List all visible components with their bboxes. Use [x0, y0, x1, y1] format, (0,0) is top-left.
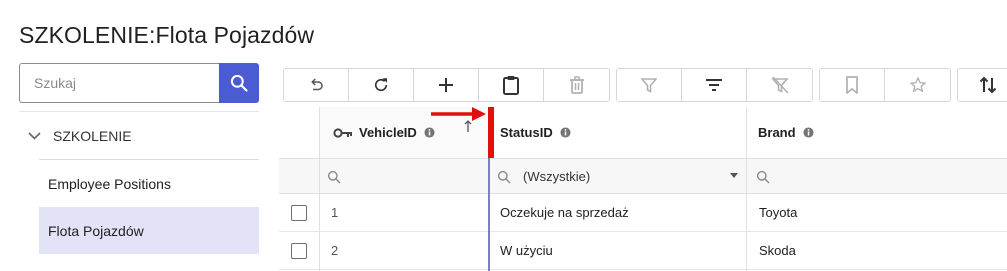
- column-header-brand[interactable]: Brand: [746, 107, 1007, 159]
- cell-vehicleid: 1: [331, 205, 339, 220]
- sidebar-search: [19, 63, 259, 103]
- row-divider: [279, 269, 1007, 270]
- delete-icon: [569, 76, 584, 94]
- sidebar-item-label: Employee Positions: [48, 175, 171, 192]
- toolbar-group-sort: [957, 68, 1007, 102]
- sidebar-item-employee-positions[interactable]: Employee Positions: [39, 160, 259, 207]
- tree-node-szkolenie[interactable]: SZKOLENIE: [19, 113, 259, 159]
- cell-brand: Skoda: [759, 243, 796, 258]
- chevron-down-icon: [28, 132, 42, 140]
- filter-button[interactable]: [617, 69, 682, 101]
- row-select-checkbox[interactable]: [291, 194, 307, 231]
- clear-filter-button[interactable]: [747, 69, 812, 101]
- cell-brand: Toyota: [759, 205, 798, 220]
- refresh-button[interactable]: [349, 69, 414, 101]
- sort-button[interactable]: [958, 69, 1007, 101]
- search-button[interactable]: [219, 63, 259, 103]
- cell-vehicleid: 2: [331, 243, 339, 258]
- sort-icon: [979, 76, 997, 94]
- undo-icon: [311, 78, 323, 91]
- column-divider: [319, 107, 320, 271]
- search-icon: [230, 74, 248, 92]
- info-icon: [560, 127, 571, 138]
- grid-toolbar: [283, 68, 1007, 102]
- column-header-label: VehicleID: [359, 125, 417, 140]
- cell-status: Oczekuje na sprzedaż: [500, 205, 629, 220]
- key-icon: [333, 127, 352, 138]
- paste-button[interactable]: [479, 69, 544, 101]
- toolbar-group-filter: [616, 68, 813, 102]
- search-icon: [327, 170, 341, 183]
- bookmark-icon: [846, 76, 858, 94]
- search-icon: [497, 170, 511, 183]
- sidebar-item-flota-pojazdow[interactable]: Flota Pojazdów: [39, 207, 259, 254]
- filter-icon: [641, 78, 657, 93]
- undo-button[interactable]: [284, 69, 349, 101]
- star-button[interactable]: [885, 69, 950, 101]
- add-icon: [439, 78, 453, 92]
- info-icon: [803, 127, 814, 138]
- tree-node-label: SZKOLENIE: [53, 128, 132, 144]
- info-icon: [424, 127, 435, 138]
- refresh-icon: [374, 78, 388, 92]
- header-select-cell: [279, 107, 319, 159]
- annotation-arrow-icon: [431, 107, 486, 121]
- search-icon: [756, 170, 770, 183]
- column-divider: [746, 107, 747, 271]
- column-header-label: StatusID: [500, 125, 553, 140]
- status-filter-select[interactable]: (Wszystkie): [497, 159, 745, 194]
- data-grid: VehicleID StatusID Brand (Wszystkie) 1 O…: [279, 107, 1007, 271]
- sidebar-item-label: Flota Pojazdów: [48, 222, 144, 239]
- row-select-checkbox[interactable]: [291, 232, 307, 269]
- bookmark-button[interactable]: [820, 69, 885, 101]
- filter-list-icon: [706, 79, 722, 91]
- star-icon: [909, 77, 926, 93]
- paste-icon: [503, 76, 519, 95]
- clear-filter-icon: [770, 76, 789, 94]
- sidebar-divider: [19, 111, 259, 112]
- annotation-marker: [488, 107, 494, 158]
- filter-list-button[interactable]: [682, 69, 747, 101]
- search-input[interactable]: [19, 63, 220, 103]
- page-title: SZKOLENIE:Flota Pojazdów: [19, 22, 315, 48]
- column-header-statusid[interactable]: StatusID: [488, 107, 746, 159]
- brand-filter[interactable]: [756, 159, 770, 194]
- toolbar-group-favorites: [819, 68, 951, 102]
- caret-down-icon: [730, 173, 738, 178]
- status-filter-value: (Wszystkie): [523, 169, 591, 184]
- delete-button[interactable]: [544, 69, 609, 101]
- row-divider: [279, 231, 1007, 232]
- add-button[interactable]: [414, 69, 479, 101]
- cell-status: W użyciu: [500, 243, 553, 258]
- vehicleid-filter[interactable]: [327, 159, 341, 194]
- column-header-label: Brand: [758, 125, 796, 140]
- toolbar-group-edit: [283, 68, 610, 102]
